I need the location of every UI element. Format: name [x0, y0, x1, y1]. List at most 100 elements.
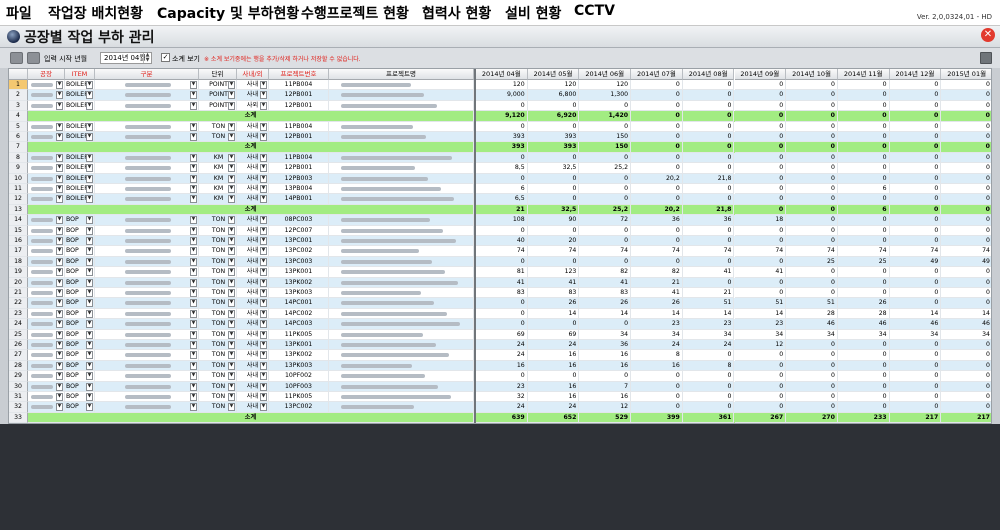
month-value-cell[interactable]: 41	[631, 288, 683, 299]
category-dropdown-icon[interactable]: ▼	[190, 268, 197, 277]
category-dropdown-icon[interactable]: ▼	[190, 185, 197, 193]
month-value-cell[interactable]: 0	[682, 132, 735, 143]
month-value-cell[interactable]: 0	[734, 402, 787, 413]
month-value-cell[interactable]: 0	[786, 204, 838, 216]
category-cell[interactable]: ▼	[95, 381, 199, 392]
month-value-cell[interactable]: 0	[941, 226, 991, 236]
month-value-cell[interactable]: 0	[682, 163, 735, 174]
month-value-cell[interactable]: 0	[682, 402, 735, 413]
factory-cell[interactable]: ▼	[28, 121, 65, 132]
table-row[interactable]: 28 ▼ BOP ▼ ▼ TON ▼ 사내 ▼ 13PK003 16 16 16 16 8 0 0 0 0 0	[9, 360, 991, 372]
header-month-9[interactable]: 2015년 01월	[941, 69, 991, 80]
factory-dropdown-icon[interactable]: ▼	[56, 393, 63, 401]
project-no-cell[interactable]: 10PF003	[269, 381, 329, 392]
category-dropdown-icon[interactable]: ▼	[190, 351, 197, 360]
month-value-cell[interactable]: 0	[631, 121, 683, 132]
category-cell[interactable]: ▼	[95, 392, 199, 403]
unit-cell[interactable]: TON ▼	[199, 298, 237, 309]
month-value-cell[interactable]: 0	[682, 184, 735, 195]
month-value-cell[interactable]: 150	[579, 142, 632, 153]
factory-cell[interactable]: ▼	[28, 308, 65, 320]
month-value-cell[interactable]: 0	[837, 267, 890, 278]
month-value-cell[interactable]: 0	[682, 90, 735, 101]
month-value-cell[interactable]: 6,5	[476, 194, 528, 205]
factory-cell[interactable]: ▼	[28, 236, 65, 247]
month-value-cell[interactable]: 90	[527, 215, 580, 226]
category-dropdown-icon[interactable]: ▼	[190, 247, 197, 256]
project-no-cell[interactable]: 12PB001	[269, 132, 329, 143]
factory-cell[interactable]: ▼	[28, 100, 65, 112]
month-value-cell[interactable]: 0	[631, 90, 683, 101]
category-dropdown-icon[interactable]: ▼	[190, 101, 197, 110]
month-value-cell[interactable]: 21	[631, 277, 683, 288]
month-value-cell[interactable]: 0	[786, 163, 838, 174]
factory-cell[interactable]: ▼	[28, 184, 65, 195]
month-value-cell[interactable]: 0	[631, 381, 683, 392]
project-name-cell[interactable]	[329, 256, 474, 268]
month-value-cell[interactable]: 0	[631, 152, 683, 164]
month-value-cell[interactable]: 0	[631, 225, 683, 236]
project-name-cell[interactable]	[329, 246, 474, 257]
month-value-cell[interactable]: 399	[631, 412, 683, 423]
item-dropdown-icon[interactable]: ▼	[86, 382, 93, 391]
month-value-cell[interactable]: 0	[889, 381, 942, 392]
month-value-cell[interactable]: 14	[941, 309, 991, 320]
month-value-cell[interactable]: 0	[579, 152, 632, 164]
month-value-cell[interactable]: 0	[889, 402, 942, 413]
subtotal-row[interactable]: 4 소계 9,120 6,920 1,420 0 0 0 0 0 0 0	[9, 111, 991, 122]
month-value-cell[interactable]: 0	[527, 152, 580, 164]
inout-dropdown-icon[interactable]: ▼	[260, 164, 267, 173]
month-value-cell[interactable]: 0	[889, 111, 942, 122]
month-value-cell[interactable]: 0	[631, 100, 683, 112]
inout-dropdown-icon[interactable]: ▼	[260, 247, 267, 256]
month-value-cell[interactable]: 7	[579, 381, 632, 392]
factory-dropdown-icon[interactable]: ▼	[56, 351, 63, 360]
category-dropdown-icon[interactable]: ▼	[190, 299, 197, 308]
unit-cell[interactable]: TON ▼	[199, 256, 237, 268]
table-row[interactable]: 10 ▼ BOILER ▼ ▼ KM ▼ 사내 ▼ 12PB003 0 0 0 20,2 21,8 0 0 0 0 0	[9, 173, 991, 184]
month-value-cell[interactable]: 0	[682, 111, 735, 122]
month-value-cell[interactable]: 0	[579, 173, 632, 184]
item-dropdown-icon[interactable]: ▼	[86, 91, 93, 100]
month-value-cell[interactable]: 74	[476, 246, 528, 257]
month-value-cell[interactable]: 0	[631, 194, 683, 205]
month-value-cell[interactable]: 49	[889, 256, 942, 268]
factory-cell[interactable]: ▼	[28, 267, 65, 278]
month-value-cell[interactable]: 0	[941, 236, 991, 247]
project-no-cell[interactable]: 13PC002	[269, 402, 329, 413]
project-name-cell[interactable]	[329, 392, 474, 403]
month-value-cell[interactable]: 0	[682, 236, 735, 247]
month-value-cell[interactable]: 0	[889, 121, 942, 132]
category-cell[interactable]: ▼	[95, 288, 199, 299]
month-value-cell[interactable]: 393	[476, 142, 528, 153]
item-cell[interactable]: BOP ▼	[65, 236, 95, 247]
project-no-cell[interactable]: 12PB001	[269, 100, 329, 112]
unit-cell[interactable]: TON ▼	[199, 381, 237, 392]
month-value-cell[interactable]: 0	[476, 152, 528, 164]
month-value-cell[interactable]: 0	[579, 236, 632, 247]
category-cell[interactable]: ▼	[95, 121, 199, 132]
project-no-cell[interactable]: 11PB004	[269, 80, 329, 91]
month-value-cell[interactable]: 21	[682, 288, 735, 299]
project-name-cell[interactable]	[329, 184, 474, 195]
factory-dropdown-icon[interactable]: ▼	[56, 330, 63, 339]
factory-cell[interactable]: ▼	[28, 246, 65, 257]
item-cell[interactable]: BOP ▼	[65, 267, 95, 278]
month-value-cell[interactable]: 0	[631, 236, 683, 247]
menu-item-1[interactable]: 작업장 배치현황	[48, 3, 143, 23]
inout-cell[interactable]: 사내 ▼	[237, 340, 269, 351]
month-value-cell[interactable]: 0	[786, 90, 838, 101]
month-value-cell[interactable]: 0	[734, 163, 787, 174]
inout-cell[interactable]: 사내 ▼	[237, 246, 269, 257]
month-value-cell[interactable]: 16	[527, 381, 580, 392]
unit-dropdown-icon[interactable]: ▼	[228, 122, 235, 131]
inout-dropdown-icon[interactable]: ▼	[260, 226, 267, 235]
month-value-cell[interactable]: 0	[941, 101, 991, 112]
item-cell[interactable]: BOILER ▼	[65, 163, 95, 174]
project-name-cell[interactable]	[329, 80, 474, 91]
unit-dropdown-icon[interactable]: ▼	[228, 237, 235, 245]
month-value-cell[interactable]: 34	[837, 329, 890, 340]
month-value-cell[interactable]: 0	[837, 194, 890, 205]
project-name-cell[interactable]	[329, 329, 474, 340]
month-value-cell[interactable]: 74	[682, 246, 735, 257]
